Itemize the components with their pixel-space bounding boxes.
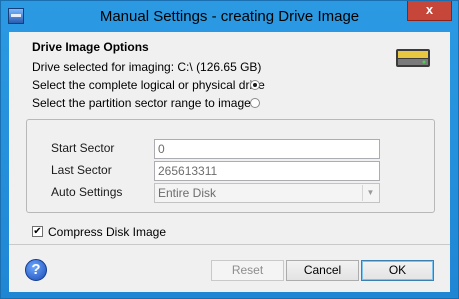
start-sector-input[interactable]: 0 bbox=[154, 139, 380, 159]
sector-group: Start Sector 0 Last Sector 265613311 Aut… bbox=[26, 119, 435, 213]
last-sector-input[interactable]: 265613311 bbox=[154, 161, 380, 181]
reset-button[interactable]: Reset bbox=[211, 260, 284, 281]
auto-settings-label: Auto Settings bbox=[51, 185, 123, 199]
compress-checkbox[interactable]: ✔ bbox=[32, 226, 43, 237]
cancel-button[interactable]: Cancel bbox=[286, 260, 359, 281]
radio-whole-drive-label[interactable]: Select the complete logical or physical … bbox=[32, 78, 265, 92]
chevron-down-icon[interactable]: ▼ bbox=[362, 185, 378, 201]
ok-button[interactable]: OK bbox=[361, 260, 434, 281]
last-sector-label: Last Sector bbox=[51, 163, 112, 177]
dialog-window: Manual Settings - creating Drive Image x… bbox=[0, 0, 459, 299]
help-icon[interactable]: ? bbox=[25, 259, 47, 281]
dialog-body: Drive Image Options Drive selected for i… bbox=[9, 32, 450, 292]
radio-whole-drive[interactable] bbox=[250, 80, 260, 90]
divider bbox=[9, 244, 450, 245]
auto-settings-value: Entire Disk bbox=[158, 186, 217, 200]
radio-sector-range[interactable] bbox=[250, 98, 260, 108]
radio-sector-range-label[interactable]: Select the partition sector range to ima… bbox=[32, 96, 251, 110]
title-bar[interactable]: Manual Settings - creating Drive Image x bbox=[1, 1, 458, 32]
start-sector-label: Start Sector bbox=[51, 141, 115, 155]
drive-selected-text: Drive selected for imaging: C:\ (126.65 … bbox=[32, 60, 262, 74]
compress-label[interactable]: Compress Disk Image bbox=[48, 225, 166, 239]
close-button[interactable]: x bbox=[407, 1, 452, 21]
options-heading: Drive Image Options bbox=[32, 40, 149, 54]
auto-settings-select[interactable]: Entire Disk ▼ bbox=[154, 183, 380, 203]
hard-disk-icon bbox=[396, 49, 430, 67]
window-title: Manual Settings - creating Drive Image bbox=[99, 8, 360, 25]
